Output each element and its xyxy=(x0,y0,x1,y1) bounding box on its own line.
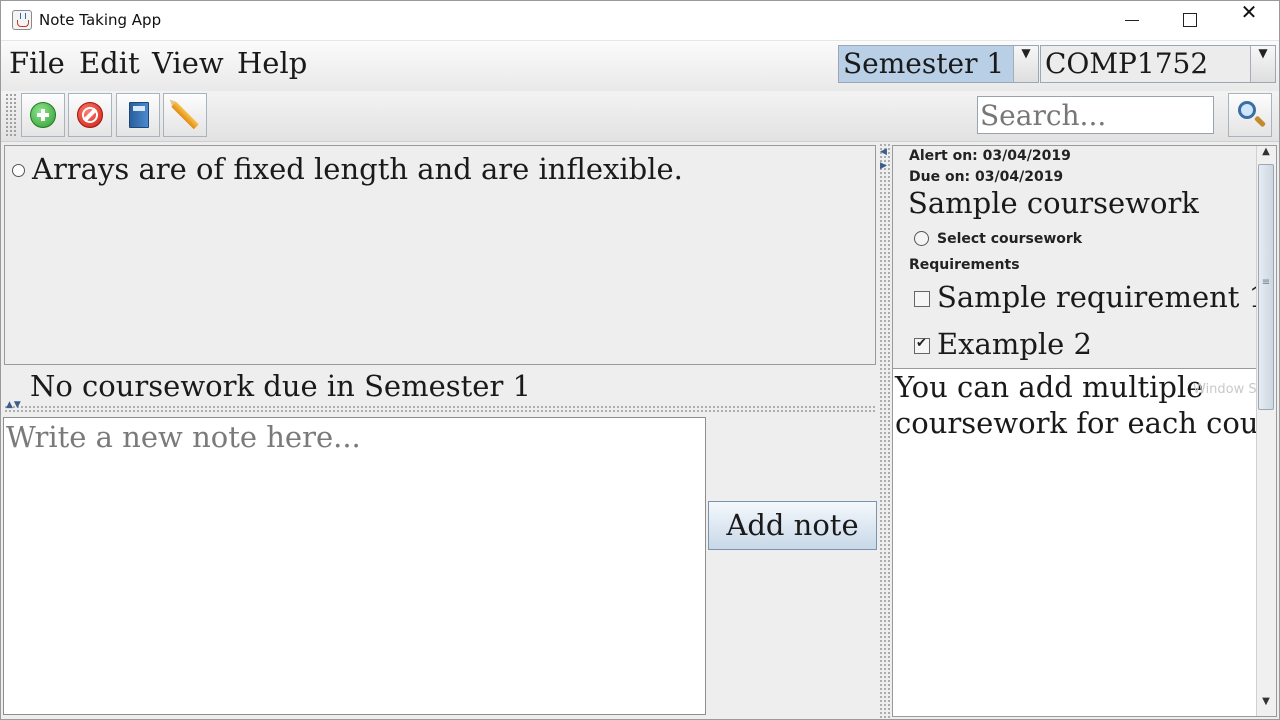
search-icon xyxy=(1238,101,1256,119)
maximize-button[interactable] xyxy=(1159,0,1219,40)
vertical-split-arrows[interactable]: ◀ ▶ xyxy=(880,146,889,176)
book-icon xyxy=(129,102,149,128)
semester-dropdown[interactable]: Semester 1 ▼ xyxy=(838,45,1039,83)
menu-file[interactable]: File xyxy=(9,46,65,80)
maximize-icon xyxy=(1159,0,1219,40)
chevron-down-icon: ▼ xyxy=(1021,46,1031,60)
requirement-label[interactable]: Sample requirement 1 xyxy=(937,280,1267,314)
chevron-up-icon: ▲ xyxy=(1262,146,1270,157)
course-dropdown-arrow[interactable]: ▼ xyxy=(1250,46,1275,82)
grip-icon: ≡ xyxy=(1261,277,1271,288)
chevron-left-icon: ◀ xyxy=(880,147,887,157)
semester-selected-value: Semester 1 xyxy=(843,47,1005,80)
close-icon: ✕ xyxy=(1240,0,1258,24)
minimize-icon xyxy=(1101,0,1161,40)
chevron-right-icon: ▶ xyxy=(880,161,887,171)
course-selected-value: COMP1752 xyxy=(1045,47,1209,80)
search-input[interactable] xyxy=(977,96,1214,134)
close-button[interactable]: ✕ xyxy=(1219,0,1279,40)
requirement-checkbox-checked[interactable] xyxy=(914,336,930,354)
due-date-label: Due on: 03/04/2019 xyxy=(909,169,1064,185)
delete-icon xyxy=(77,102,103,128)
window-title: Note Taking App xyxy=(39,11,162,29)
select-coursework-radio[interactable] xyxy=(914,231,929,246)
horizontal-split-divider[interactable] xyxy=(4,405,876,414)
scroll-up-button[interactable]: ▲ xyxy=(1256,146,1276,164)
minimize-button[interactable] xyxy=(1101,0,1161,40)
requirement-checkbox[interactable] xyxy=(914,291,930,307)
split-collapse-button[interactable]: ▲▼ xyxy=(6,400,30,414)
coursework-tip-text: You can add multiple coursework for each… xyxy=(895,370,1256,440)
alert-date-label: Alert on: 03/04/2019 xyxy=(909,148,1071,164)
note-item-text[interactable]: Arrays are of fixed length and are infle… xyxy=(32,152,683,186)
new-note-textarea[interactable] xyxy=(3,417,706,715)
coursework-status-label: No coursework due in Semester 1 xyxy=(30,369,531,403)
add-icon xyxy=(30,102,56,128)
add-button[interactable] xyxy=(21,93,65,137)
toolbar-drag-handle[interactable] xyxy=(5,93,17,137)
chevron-down-icon: ▼ xyxy=(1262,696,1270,707)
semester-dropdown-arrow[interactable]: ▼ xyxy=(1013,46,1038,82)
search-button[interactable] xyxy=(1228,93,1272,137)
requirement-label[interactable]: Example 2 xyxy=(937,327,1092,361)
coursework-tip-area: You can add multiple coursework for each… xyxy=(893,369,1256,716)
chevron-down-icon: ▼ xyxy=(1258,46,1268,60)
book-button[interactable] xyxy=(116,93,160,137)
course-dropdown[interactable]: COMP1752 ▼ xyxy=(1040,45,1276,83)
delete-button[interactable] xyxy=(68,93,112,137)
edit-button[interactable] xyxy=(163,93,207,137)
coursework-title: Sample coursework xyxy=(908,186,1199,220)
menu-help[interactable]: Help xyxy=(237,46,307,80)
add-note-button[interactable]: Add note xyxy=(708,501,877,550)
menu-edit[interactable]: Edit xyxy=(79,46,140,80)
vertical-split-divider[interactable] xyxy=(879,143,890,718)
title-bar xyxy=(0,0,1280,41)
scroll-down-button[interactable]: ▼ xyxy=(1256,696,1276,714)
requirements-heading: Requirements xyxy=(909,257,1020,273)
menu-view[interactable]: View xyxy=(152,46,224,80)
pencil-icon xyxy=(171,101,199,130)
select-coursework-label[interactable]: Select coursework xyxy=(937,231,1082,247)
note-radio[interactable] xyxy=(12,164,25,177)
collapse-arrows-icon: ▲▼ xyxy=(6,400,22,410)
java-app-icon xyxy=(12,10,32,30)
scrollbar-thumb[interactable]: ≡ xyxy=(1258,164,1274,410)
